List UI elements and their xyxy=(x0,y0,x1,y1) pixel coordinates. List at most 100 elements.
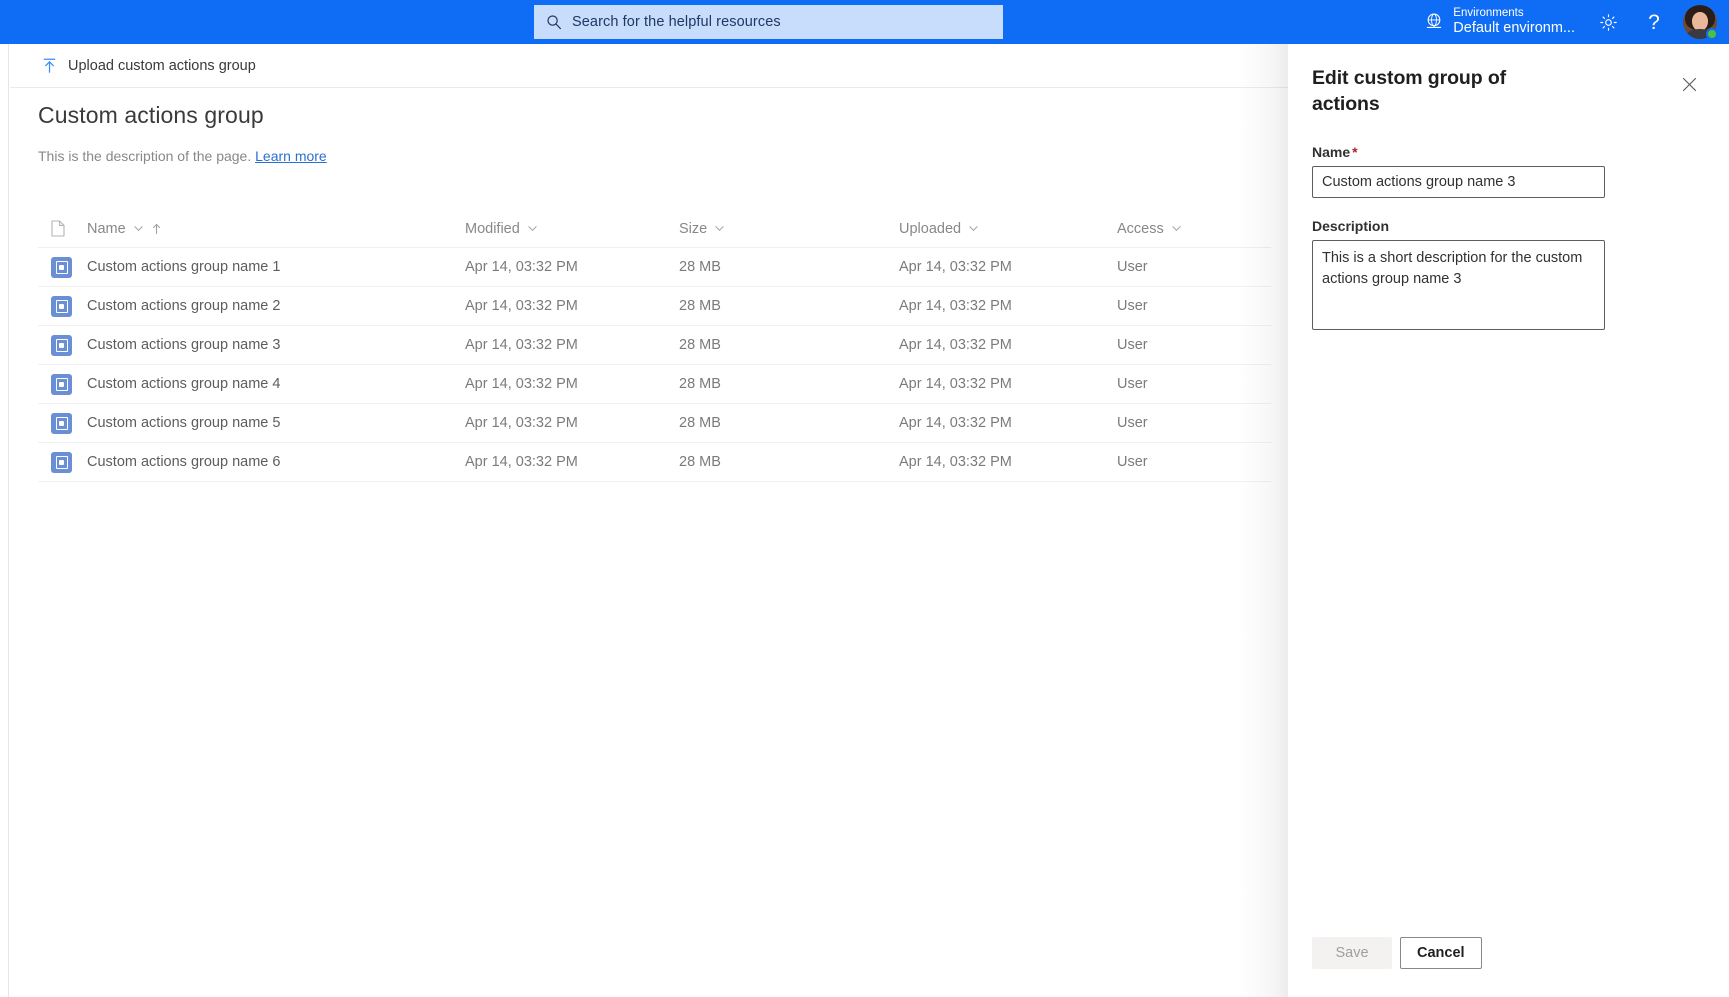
row-modified-cell: Apr 14, 03:32 PM xyxy=(465,337,578,353)
presence-available-badge xyxy=(1706,28,1718,40)
row-uploaded-cell: Apr 14, 03:32 PM xyxy=(899,337,1012,353)
question-mark-icon: ? xyxy=(1648,10,1660,34)
column-header-name[interactable]: Name xyxy=(87,221,465,237)
column-header-modified-label: Modified xyxy=(465,220,520,237)
row-uploaded-cell: Apr 14, 03:32 PM xyxy=(899,415,1012,431)
row-size-cell: 28 MB xyxy=(679,337,721,353)
row-name-cell[interactable]: Custom actions group name 3 xyxy=(87,336,465,354)
custom-actions-group-table: Name Modified Size Uploaded Access Custo… xyxy=(38,210,1271,482)
row-icon-cell xyxy=(38,412,87,434)
column-header-size-label: Size xyxy=(679,220,708,237)
table-row[interactable]: Custom actions group name 5 Apr 14, 03:32… xyxy=(38,404,1271,443)
row-uploaded-cell: Apr 14, 03:32 PM xyxy=(899,376,1012,392)
row-size-cell: 28 MB xyxy=(679,415,721,431)
row-name-cell[interactable]: Custom actions group name 6 xyxy=(87,453,465,471)
column-header-icon xyxy=(38,220,87,237)
custom-action-group-icon xyxy=(51,412,72,434)
column-header-access[interactable]: Access xyxy=(1117,221,1267,237)
table-row[interactable]: Custom actions group name 6 Apr 14, 03:32… xyxy=(38,443,1271,482)
cancel-button[interactable]: Cancel xyxy=(1400,937,1482,969)
row-size-cell: 28 MB xyxy=(679,259,721,275)
close-panel-button[interactable] xyxy=(1673,68,1705,100)
environment-text: Environments Default environm... xyxy=(1453,7,1575,38)
panel-title: Edit custom group of actions xyxy=(1312,67,1507,115)
row-name-cell[interactable]: Custom actions group name 4 xyxy=(87,375,465,393)
row-modified-cell: Apr 14, 03:32 PM xyxy=(465,298,578,314)
row-access-cell: User xyxy=(1117,454,1148,470)
row-access-cell: User xyxy=(1117,298,1148,314)
document-icon xyxy=(51,220,65,237)
environment-selector[interactable]: Environments Default environm... xyxy=(1414,0,1585,44)
user-account-button[interactable] xyxy=(1683,5,1718,40)
panel-header: Edit custom group of actions xyxy=(1288,44,1729,118)
description-textarea[interactable] xyxy=(1312,240,1605,330)
panel-body: Name* Description xyxy=(1312,144,1605,335)
custom-action-group-icon xyxy=(51,451,72,473)
learn-more-link[interactable]: Learn more xyxy=(255,148,327,164)
chevron-down-icon xyxy=(528,226,537,231)
column-header-uploaded-label: Uploaded xyxy=(899,220,962,237)
column-header-name-label: Name xyxy=(87,220,126,237)
row-uploaded-cell: Apr 14, 03:32 PM xyxy=(899,298,1012,314)
upload-button-label: Upload custom actions group xyxy=(68,57,256,74)
row-icon-cell xyxy=(38,334,87,356)
row-access-cell: User xyxy=(1117,376,1148,392)
row-name-cell[interactable]: Custom actions group name 2 xyxy=(87,297,465,315)
help-button[interactable]: ? xyxy=(1631,0,1677,44)
upload-custom-actions-group-button[interactable]: Upload custom actions group xyxy=(31,46,266,86)
custom-action-group-icon xyxy=(51,295,72,317)
row-icon-cell xyxy=(38,256,87,278)
chevron-down-icon xyxy=(715,226,724,231)
field-spacer xyxy=(1312,198,1605,218)
custom-action-group-icon xyxy=(51,334,72,356)
row-icon-cell xyxy=(38,451,87,473)
upload-icon xyxy=(43,58,56,73)
page-description-text: This is the description of the page. xyxy=(38,148,252,164)
column-header-uploaded[interactable]: Uploaded xyxy=(899,221,1117,237)
row-icon-cell xyxy=(38,373,87,395)
row-access-cell: User xyxy=(1117,259,1148,275)
name-input[interactable] xyxy=(1312,166,1605,198)
settings-button[interactable] xyxy=(1585,0,1631,44)
row-uploaded-cell: Apr 14, 03:32 PM xyxy=(899,259,1012,275)
custom-action-group-icon xyxy=(51,256,72,278)
row-name-cell[interactable]: Custom actions group name 5 xyxy=(87,414,465,432)
table-row[interactable]: Custom actions group name 1 Apr 14, 03:32… xyxy=(38,248,1271,287)
globe-icon xyxy=(1427,13,1442,28)
custom-action-group-icon xyxy=(51,373,72,395)
sort-ascending-icon xyxy=(152,223,160,234)
column-header-access-label: Access xyxy=(1117,220,1164,237)
page-description: This is the description of the page. Lea… xyxy=(38,148,327,164)
name-field-label-text: Name xyxy=(1312,144,1351,160)
row-access-cell: User xyxy=(1117,415,1148,431)
row-size-cell: 28 MB xyxy=(679,298,721,314)
row-modified-cell: Apr 14, 03:32 PM xyxy=(465,259,578,275)
gear-icon xyxy=(1599,13,1617,31)
table-row[interactable]: Custom actions group name 3 Apr 14, 03:32… xyxy=(38,326,1271,365)
table-body: Custom actions group name 1 Apr 14, 03:32… xyxy=(38,248,1271,482)
chevron-down-icon xyxy=(134,226,143,231)
row-size-cell: 28 MB xyxy=(679,454,721,470)
panel-footer: Save Cancel xyxy=(1312,937,1482,969)
row-name-cell[interactable]: Custom actions group name 1 xyxy=(87,258,465,276)
row-modified-cell: Apr 14, 03:32 PM xyxy=(465,415,578,431)
global-search-box[interactable]: Search for the helpful resources xyxy=(534,5,1003,39)
column-header-modified[interactable]: Modified xyxy=(465,221,679,237)
row-modified-cell: Apr 14, 03:32 PM xyxy=(465,454,578,470)
save-button[interactable]: Save xyxy=(1312,937,1392,969)
required-asterisk: * xyxy=(1352,144,1358,160)
page-title: Custom actions group xyxy=(38,102,264,128)
top-navigation-bar: Search for the helpful resources Environ… xyxy=(0,0,1729,44)
topbar-right-controls: Environments Default environm... ? xyxy=(1414,0,1721,44)
name-field-label: Name * xyxy=(1312,144,1605,160)
row-modified-cell: Apr 14, 03:32 PM xyxy=(465,376,578,392)
description-field-label: Description xyxy=(1312,218,1390,234)
table-row[interactable]: Custom actions group name 4 Apr 14, 03:32… xyxy=(38,365,1271,404)
search-placeholder-text: Search for the helpful resources xyxy=(572,14,781,30)
environment-value: Default environm... xyxy=(1453,20,1575,37)
table-row[interactable]: Custom actions group name 2 Apr 14, 03:32… xyxy=(38,287,1271,326)
column-header-size[interactable]: Size xyxy=(679,221,899,237)
search-icon xyxy=(547,15,561,30)
close-icon xyxy=(1682,77,1696,91)
environment-label: Environments xyxy=(1453,6,1524,19)
